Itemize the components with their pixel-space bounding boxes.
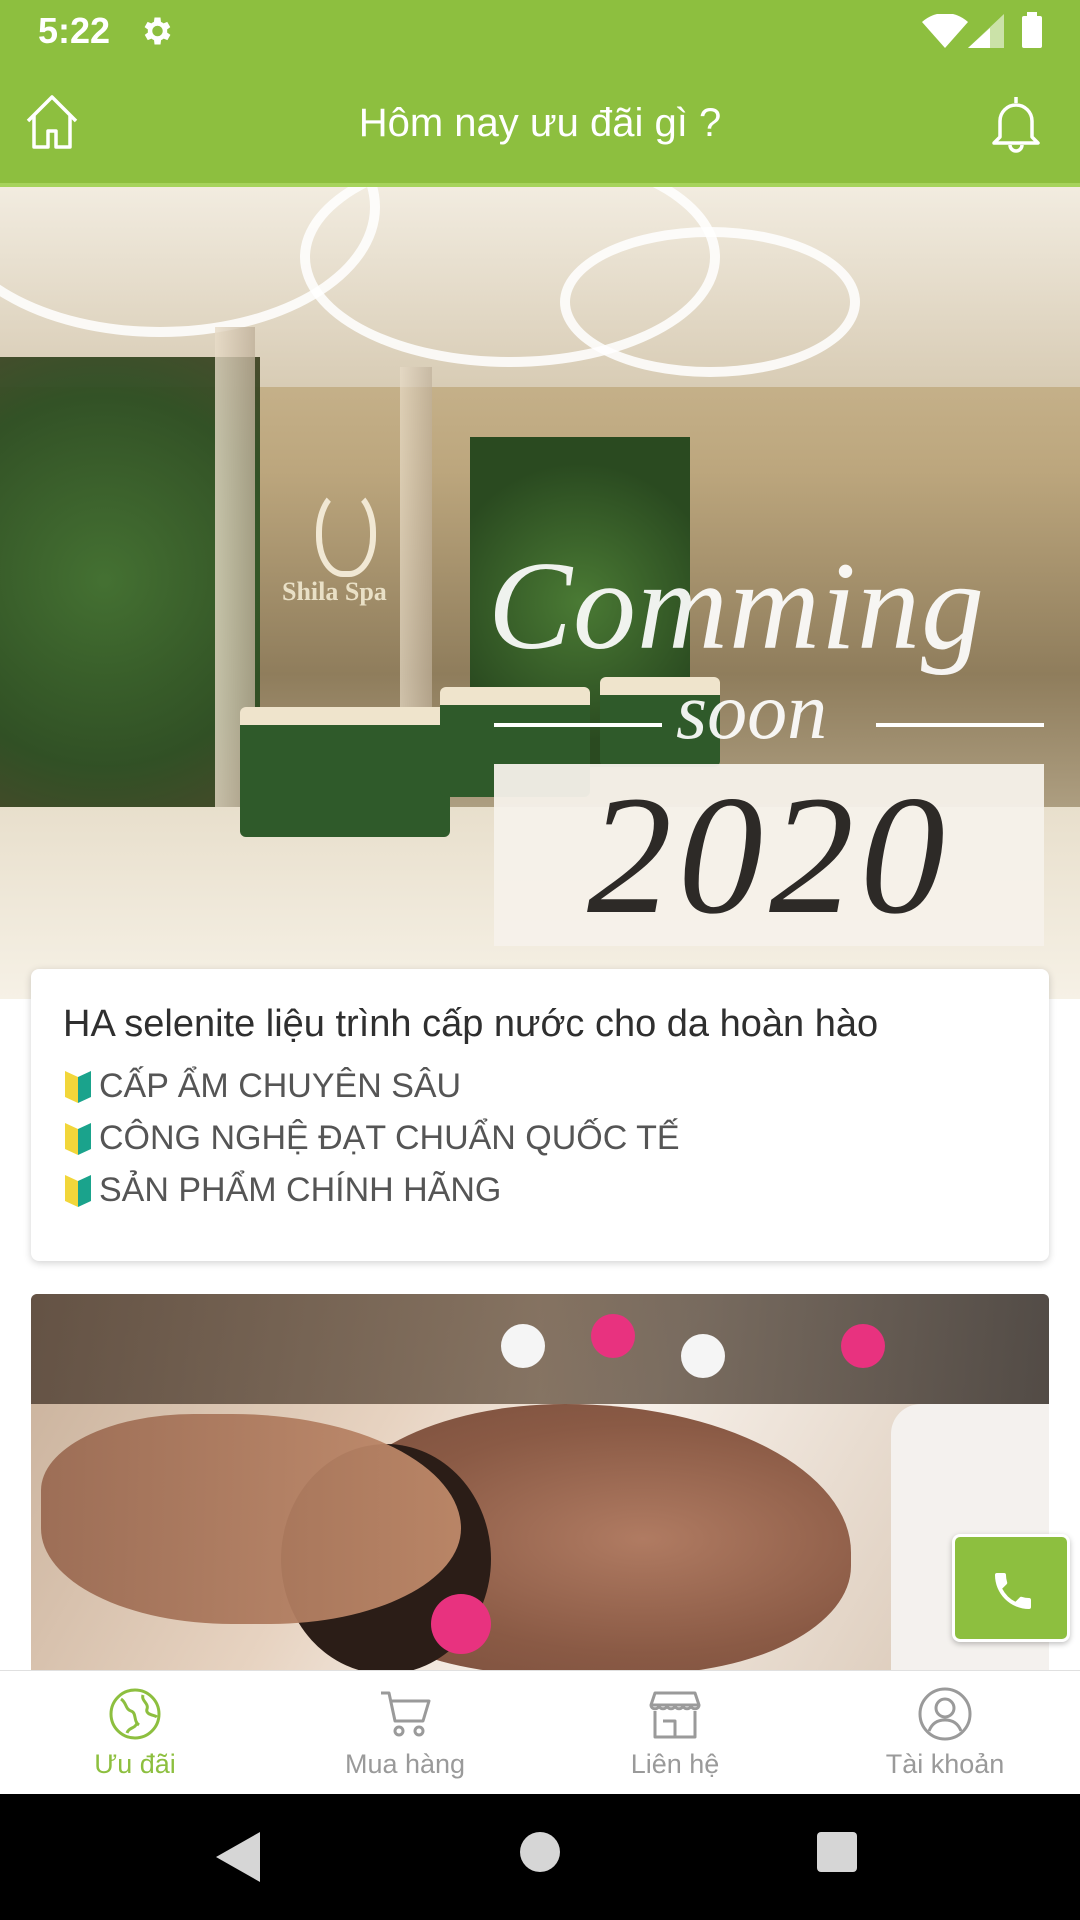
- hero-heading: Comming: [488, 537, 986, 676]
- flower-decoration: [841, 1324, 885, 1368]
- nav-item-tai-khoan[interactable]: Tài khoản: [810, 1671, 1080, 1794]
- promo-card-line: CẤP ẨM CHUYÊN SÂU: [63, 1060, 1017, 1112]
- beginner-badge-icon: [65, 1175, 91, 1207]
- system-nav-bar: [0, 1794, 1080, 1920]
- promo-card[interactable]: HA selenite liệu trình cấp nước cho da h…: [31, 969, 1049, 1261]
- flower-decoration: [501, 1324, 545, 1368]
- spa-logo-icon: [316, 487, 376, 577]
- status-time: 5:22: [38, 10, 111, 51]
- settings-gear-icon: [144, 17, 171, 45]
- hero-year: 2020: [587, 761, 951, 949]
- hero-logo-text: Shila Spa: [282, 577, 387, 606]
- promo-card-title: HA selenite liệu trình cấp nước cho da h…: [63, 1003, 879, 1045]
- back-icon[interactable]: [216, 1832, 260, 1882]
- app-bar: Hôm nay ưu đãi gì ?: [0, 63, 1080, 187]
- globe-icon: [109, 1688, 161, 1740]
- hero-subheading: soon: [676, 668, 828, 756]
- nav-item-uu-dai[interactable]: Ưu đãi: [0, 1671, 270, 1794]
- home-button-icon[interactable]: [520, 1832, 560, 1872]
- phone-icon: [995, 1573, 1031, 1609]
- hero-year-box: 2020: [494, 764, 1044, 946]
- bottom-nav: Ưu đãi Mua hàng Liên hệ Tài khoản: [0, 1670, 1080, 1794]
- user-icon: [918, 1687, 972, 1741]
- hero-divider: [494, 723, 662, 727]
- nav-label: Tài khoản: [885, 1749, 1005, 1779]
- nav-item-mua-hang[interactable]: Mua hàng: [270, 1671, 540, 1794]
- promo-card-line-text: SẢN PHẨM CHÍNH HÃNG: [99, 1170, 502, 1209]
- nav-label: Liên hệ: [630, 1749, 720, 1779]
- promo-card-line-text: CÔNG NGHỆ ĐẠT CHUẨN QUỐC TẾ: [99, 1118, 680, 1157]
- call-button[interactable]: [952, 1534, 1070, 1642]
- flower-decoration: [681, 1334, 725, 1378]
- promo-card-line-text: CẤP ẨM CHUYÊN SÂU: [99, 1066, 462, 1105]
- notification-bell-icon[interactable]: [988, 93, 1044, 153]
- battery-icon: [1022, 12, 1042, 48]
- hero-spa-bed: [240, 707, 450, 837]
- signal-icon: [968, 14, 1004, 48]
- hero-ceiling-light: [560, 227, 860, 377]
- beginner-badge-icon: [65, 1123, 91, 1155]
- wifi-icon: [922, 14, 968, 48]
- flower-decoration: [591, 1314, 635, 1358]
- status-bar: 5:22: [0, 0, 1080, 63]
- hero-divider: [876, 723, 1044, 727]
- recent-apps-icon[interactable]: [817, 1832, 857, 1872]
- promo-card-line: CÔNG NGHỆ ĐẠT CHUẨN QUỐC TẾ: [63, 1112, 1017, 1164]
- hero-banner[interactable]: Shila Spa Comming soon 2020: [0, 187, 1080, 999]
- cart-icon: [381, 1691, 431, 1737]
- promo-card-line: SẢN PHẨM CHÍNH HÃNG: [63, 1164, 1017, 1216]
- promo-image[interactable]: [31, 1294, 1049, 1670]
- page-title: Hôm nay ưu đãi gì ?: [358, 101, 722, 145]
- nav-label: Mua hàng: [344, 1749, 466, 1779]
- nav-item-lien-he[interactable]: Liên hệ: [540, 1671, 810, 1794]
- flower-decoration: [431, 1594, 491, 1654]
- store-icon: [649, 1691, 701, 1739]
- nav-label: Ưu đãi: [94, 1749, 176, 1779]
- beginner-badge-icon: [65, 1071, 91, 1103]
